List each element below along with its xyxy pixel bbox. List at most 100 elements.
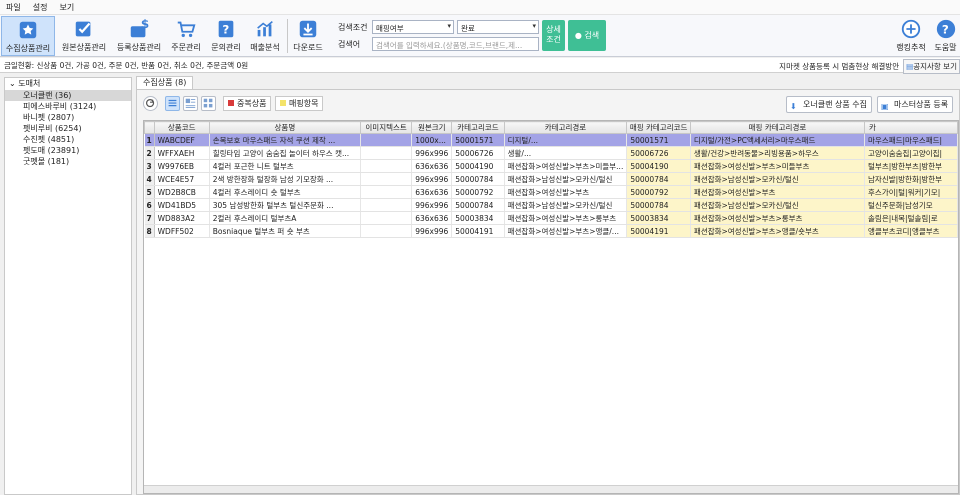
collect-ownerclan-button[interactable]: ⬇ 오너클랜 상품 수집 (786, 96, 872, 113)
cell-name[interactable]: 힐링타임 고양이 숨숨집 놀이터 하우스 캣... (209, 146, 362, 160)
notice-link[interactable]: 지마켓 상품등록 시 멈춤현상 해결방안 (779, 61, 899, 72)
cell-size[interactable]: 636x636 (411, 185, 453, 199)
cell-size[interactable]: 636x636 (411, 211, 453, 225)
column-header[interactable]: 상품명 (208, 121, 362, 134)
search-condition-select[interactable]: 매핑여부 ▾ (372, 20, 454, 34)
wholesaler-item[interactable]: 바니펫 (2807) (5, 112, 131, 123)
cell-mpath[interactable]: 패션잡화>남성신발>모카신/털신 (690, 198, 866, 212)
detail-view-button[interactable] (183, 96, 198, 111)
inquiries-button[interactable]: ? 문의관리 (208, 16, 244, 56)
cell-name[interactable]: 4컬러 포근한 니트 털부츠 (209, 159, 362, 173)
table-row[interactable]: 1 WABCDEF 손목보호 마우스패드 자석 쿠션 제작 ... 1000x... 5… (144, 133, 958, 147)
cell-code[interactable]: WFFXAEH (154, 146, 210, 160)
registered-products-button[interactable]: $ 등록상품관리 (114, 16, 164, 56)
column-header[interactable]: 상품코드 (153, 121, 210, 134)
column-header[interactable]: 매핑 카테고리경로 (689, 121, 866, 134)
wholesaler-item[interactable]: 펫비루비 (6254) (5, 123, 131, 134)
cell-size[interactable]: 996x996 (411, 172, 453, 186)
search-button[interactable]: ● 검색 (568, 20, 606, 51)
cell-path[interactable]: 패션잡화>여성신발>부츠>미들부... (504, 159, 628, 173)
cell-name[interactable]: 305 남성방한화 털부츠 털신주문화 ... (209, 198, 362, 212)
original-products-button[interactable]: 원본상품관리 (58, 16, 110, 56)
cell-mcode[interactable]: 50000784 (626, 172, 691, 186)
cell-img[interactable] (360, 224, 413, 238)
cell-cat[interactable]: 50001571 (451, 133, 505, 147)
cell-code[interactable]: WD883A2 (154, 211, 210, 225)
wholesaler-item[interactable]: 피에스바루비 (3124) (5, 101, 131, 112)
cell-size[interactable]: 996x996 (411, 146, 453, 160)
cell-code[interactable]: WD2B8CB (154, 185, 210, 199)
detail-condition-button[interactable]: 상세 조건 (542, 20, 565, 51)
cell-mpath[interactable]: 패션잡화>여성신발>부츠>미들부츠 (690, 159, 866, 173)
cell-mpath[interactable]: 패션잡화>여성신발>부츠>롱부츠 (690, 211, 866, 225)
cell-extra[interactable]: 털부츠|방한부츠|방한부 (864, 159, 958, 173)
table-row[interactable]: 8 WDFF502 Bosniaque 털부츠 퍼 숏 부츠 996x996 50004… (144, 224, 958, 238)
column-header[interactable]: 카테고리경로 (503, 121, 628, 134)
cell-path[interactable]: 디지털/... (504, 133, 628, 147)
cell-extra[interactable]: 마우스패드|마우스패드| (864, 133, 958, 147)
cell-path[interactable]: 패션잡화>여성신발>부츠>앵클/... (504, 224, 628, 238)
cell-extra[interactable]: 남자신발|방한화|방한부 (864, 172, 958, 186)
cell-cat[interactable]: 50000784 (451, 198, 505, 212)
table-row[interactable]: 7 WD883A2 2컬러 후스레이디 털부츠A 636x636 50003834 패션잡… (144, 211, 958, 225)
register-master-button[interactable]: ▣ 마스터상품 등록 (877, 96, 954, 113)
cell-img[interactable] (360, 172, 413, 186)
table-row[interactable]: 2 WFFXAEH 힐링타임 고양이 숨숨집 놀이터 하우스 캣... 996x996… (144, 146, 958, 160)
table-row[interactable]: 6 WD41BD5 305 남성방한화 털부츠 털신주문화 ... 996x996 50… (144, 198, 958, 212)
table-row[interactable]: 5 WD2B8CB 4컬러 후스레이디 숏 털부츠 636x636 50000792 패션… (144, 185, 958, 199)
cell-img[interactable] (360, 159, 413, 173)
help-button[interactable]: ? 도움말 (931, 16, 960, 56)
cell-cat[interactable]: 50000784 (451, 172, 505, 186)
cell-cat[interactable]: 50000792 (451, 185, 505, 199)
column-header[interactable]: 카테고리코드 (451, 121, 505, 134)
cell-extra[interactable]: 후스가이|털|워커|기모| (864, 185, 958, 199)
cell-cat[interactable]: 50004191 (451, 224, 505, 238)
mapping-status-select[interactable]: 완료 ▾ (457, 20, 539, 34)
cell-mpath[interactable]: 패션잡화>남성신발>모카신/털신 (690, 172, 866, 186)
download-button[interactable]: 다운로드 (290, 16, 326, 56)
cell-path[interactable]: 패션잡화>여성신발>부츠>롱부츠 (504, 211, 628, 225)
column-header[interactable]: 매핑 카테고리코드 (626, 121, 691, 134)
chevron-down-icon[interactable]: ⌄ (9, 79, 16, 88)
cell-name[interactable]: 4컬러 후스레이디 숏 털부츠 (209, 185, 362, 199)
cell-extra[interactable]: 고양이숨숨집|고양이집| (864, 146, 958, 160)
refresh-button[interactable] (143, 96, 158, 111)
column-header[interactable]: 원본크기 (411, 121, 453, 134)
cell-mpath[interactable]: 디지털/가전>PC액세서리>마우스패드 (690, 133, 866, 147)
menu-file[interactable]: 파일 (6, 2, 21, 13)
cell-path[interactable]: 패션잡화>여성신발>부츠 (504, 185, 628, 199)
list-view-button[interactable] (165, 96, 180, 111)
menu-settings[interactable]: 설정 (33, 2, 48, 13)
horizontal-scrollbar[interactable] (144, 485, 958, 493)
wholesaler-item[interactable]: 오너클랜 (36) (5, 90, 131, 101)
duplicate-products-button[interactable]: 중복상품 (223, 96, 272, 111)
cell-name[interactable]: 손목보호 마우스패드 자석 쿠션 제작 ... (209, 133, 362, 147)
tree-root[interactable]: ⌄ 도매처 (5, 78, 131, 90)
wholesaler-item[interactable]: 펫도매 (23891) (5, 145, 131, 156)
cell-code[interactable]: WD41BD5 (154, 198, 210, 212)
sales-analysis-button[interactable]: 매출분석 (247, 16, 283, 56)
cell-img[interactable] (360, 198, 413, 212)
grid-view-button[interactable] (201, 96, 216, 111)
cell-code[interactable]: WDFF502 (154, 224, 210, 238)
table-row[interactable]: 3 W9976EB 4컬러 포근한 니트 털부츠 636x636 50004190 패션잡… (144, 159, 958, 173)
notice-button[interactable]: ▤공지사항 보기 (903, 59, 960, 74)
cell-code[interactable]: WABCDEF (154, 133, 210, 147)
cell-path[interactable]: 패션잡화>남성신발>모카신/털신 (504, 172, 628, 186)
tab-collected-products[interactable]: 수집상품 (8) (136, 76, 194, 89)
cell-mcode[interactable]: 50003834 (626, 211, 691, 225)
cell-name[interactable]: 2컬러 후스레이디 털부츠A (209, 211, 362, 225)
cell-code[interactable]: W9976EB (154, 159, 210, 173)
mapping-items-button[interactable]: 매핑항목 (275, 96, 324, 111)
cell-img[interactable] (360, 211, 413, 225)
cell-name[interactable]: 2색 방한장화 털장화 남성 기모장화 ... (209, 172, 362, 186)
cell-extra[interactable]: 솔림은|내복|털솔림|로 (864, 211, 958, 225)
cell-mcode[interactable]: 50004190 (626, 159, 691, 173)
cell-path[interactable]: 생활/... (504, 146, 628, 160)
cell-mcode[interactable]: 50000784 (626, 198, 691, 212)
cell-path[interactable]: 패션잡화>남성신발>모카신/털신 (504, 198, 628, 212)
cell-cat[interactable]: 50006726 (451, 146, 505, 160)
cell-mpath[interactable]: 패션잡화>여성신발>부츠>앵클/숏부츠 (690, 224, 866, 238)
menu-view[interactable]: 보기 (59, 2, 74, 13)
cell-code[interactable]: WCE4E57 (154, 172, 210, 186)
